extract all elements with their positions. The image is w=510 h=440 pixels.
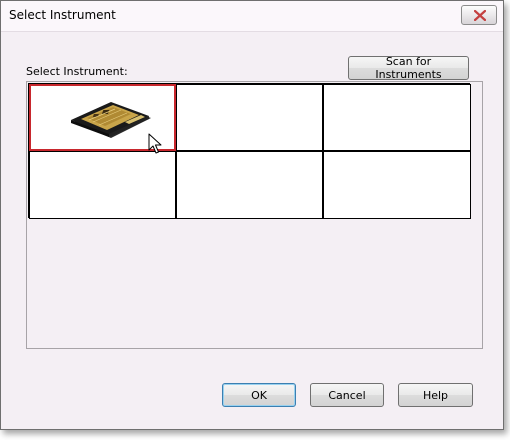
select-instrument-label: Select Instrument: (26, 65, 128, 78)
ok-button[interactable]: OK (222, 383, 296, 407)
select-instrument-dialog: Select Instrument Select Instrument: Sca… (0, 0, 504, 430)
cancel-button[interactable]: Cancel (310, 383, 384, 407)
instrument-panel (26, 81, 483, 349)
instrument-cell-5[interactable] (176, 151, 323, 219)
close-button[interactable] (461, 5, 497, 25)
instrument-device-icon (71, 102, 151, 138)
scan-for-instruments-button[interactable]: Scan for Instruments (348, 55, 469, 81)
instrument-cell-4[interactable] (29, 151, 176, 219)
help-button[interactable]: Help (398, 383, 473, 407)
instrument-cell-1[interactable] (29, 84, 176, 151)
title-bar: Select Instrument (1, 1, 503, 32)
instrument-cell-3[interactable] (323, 84, 471, 151)
instrument-cell-6[interactable] (323, 151, 471, 219)
instrument-grid (28, 83, 471, 219)
close-icon (474, 10, 486, 21)
instrument-cell-2[interactable] (176, 84, 323, 151)
window-title: Select Instrument (9, 8, 116, 22)
